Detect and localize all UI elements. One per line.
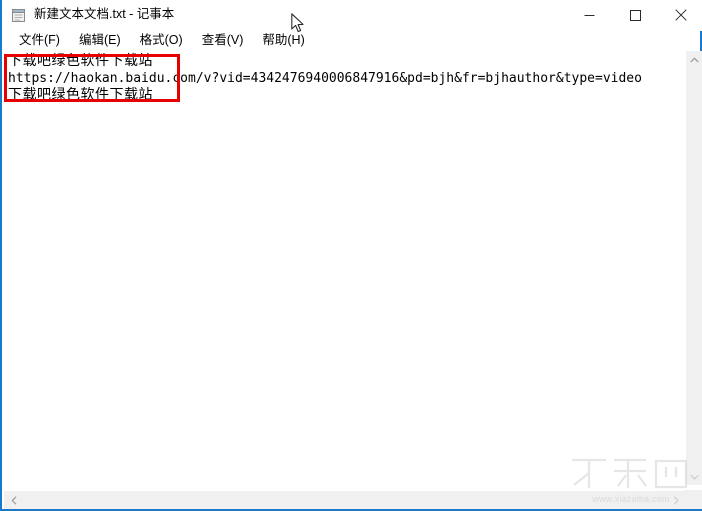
minimize-icon: [584, 14, 594, 16]
menu-format[interactable]: 格式(O): [133, 31, 190, 50]
scroll-down-button[interactable]: [686, 468, 702, 485]
horizontal-scrollbar[interactable]: [4, 490, 702, 509]
scrollbar-corner: [684, 490, 702, 509]
text-line-3: 下载吧绿色软件下载站: [8, 87, 153, 103]
menu-bar: 文件(F) 编辑(E) 格式(O) 查看(V) 帮助(H): [2, 30, 700, 51]
minimize-button[interactable]: [566, 0, 612, 30]
chevron-up-icon: [690, 56, 699, 62]
close-button[interactable]: [658, 0, 702, 30]
scroll-left-button[interactable]: [5, 492, 22, 509]
vertical-scrollbar[interactable]: [685, 51, 702, 485]
title-bar: 新建文本文档.txt - 记事本: [2, 0, 702, 31]
screenshot-root: 新建文本文档.txt - 记事本 文件(F) 编辑(E) 格式(O) 查看(V)…: [0, 0, 702, 511]
menu-help[interactable]: 帮助(H): [255, 31, 311, 50]
maximize-button[interactable]: [612, 0, 658, 30]
notepad-window: 新建文本文档.txt - 记事本 文件(F) 编辑(E) 格式(O) 查看(V)…: [0, 0, 702, 511]
scroll-right-button[interactable]: [667, 492, 684, 509]
scroll-up-button[interactable]: [686, 51, 702, 68]
document-text: 下载吧绿色软件下载站 https://haokan.baidu.com/v?vi…: [8, 53, 683, 104]
menu-view[interactable]: 查看(V): [195, 31, 251, 50]
menu-edit[interactable]: 编辑(E): [72, 31, 128, 50]
text-line-2: https://haokan.baidu.com/v?vid=434247694…: [8, 71, 642, 86]
chevron-left-icon: [10, 496, 16, 505]
text-line-1: 下载吧绿色软件下载站: [8, 53, 153, 69]
client-area: 下载吧绿色软件下载站 https://haokan.baidu.com/v?vi…: [4, 51, 702, 509]
close-icon: [675, 9, 687, 21]
text-editor[interactable]: 下载吧绿色软件下载站 https://haokan.baidu.com/v?vi…: [4, 51, 683, 485]
notepad-icon: [11, 7, 27, 23]
chevron-right-icon: [673, 496, 679, 505]
chevron-down-icon: [690, 474, 699, 480]
maximize-icon: [629, 9, 641, 21]
window-title: 新建文本文档.txt - 记事本: [34, 7, 175, 21]
menu-file[interactable]: 文件(F): [12, 31, 67, 50]
